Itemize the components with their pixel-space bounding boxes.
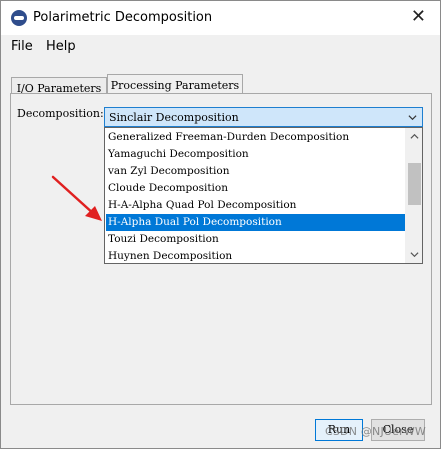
window-title: Polarimetric Decomposition bbox=[33, 10, 213, 25]
menu-help[interactable]: Help bbox=[46, 39, 76, 54]
list-item[interactable]: Generalized Freeman-Durden Decomposition bbox=[106, 129, 406, 146]
scrollbar-thumb[interactable] bbox=[408, 163, 421, 205]
menu-file[interactable]: File bbox=[11, 39, 33, 54]
list-item[interactable]: Huynen Decomposition bbox=[106, 248, 406, 265]
dialog-window: Polarimetric Decomposition ✕ File Help I… bbox=[0, 0, 441, 449]
decomposition-label: Decomposition: bbox=[17, 107, 104, 120]
chevron-up-icon[interactable] bbox=[410, 132, 419, 141]
watermark-text: CSDN @NJUerWW bbox=[324, 425, 426, 438]
decomposition-selected-value: Sinclair Decomposition bbox=[109, 111, 239, 124]
dropdown-scrollbar[interactable] bbox=[405, 128, 422, 263]
list-item[interactable]: Cloude Decomposition bbox=[106, 180, 406, 197]
app-globe-icon bbox=[11, 10, 27, 26]
list-item[interactable]: Touzi Decomposition bbox=[106, 231, 406, 248]
chevron-down-icon[interactable] bbox=[410, 250, 419, 259]
decomposition-dropdown-list: Generalized Freeman-Durden Decomposition… bbox=[104, 127, 423, 264]
list-item[interactable]: Yamaguchi Decomposition bbox=[106, 146, 406, 163]
list-item-highlighted[interactable]: H-Alpha Dual Pol Decomposition bbox=[106, 214, 406, 231]
annotation-arrow-icon bbox=[51, 175, 102, 221]
title-bar[interactable]: Polarimetric Decomposition ✕ bbox=[1, 1, 440, 35]
decomposition-select[interactable]: Sinclair Decomposition bbox=[104, 107, 423, 127]
menu-bar: File Help bbox=[1, 35, 440, 59]
list-item[interactable]: H-A-Alpha Quad Pol Decomposition bbox=[106, 197, 406, 214]
close-icon[interactable]: ✕ bbox=[411, 7, 426, 27]
list-item[interactable]: van Zyl Decomposition bbox=[106, 163, 406, 180]
chevron-down-icon bbox=[408, 115, 417, 121]
